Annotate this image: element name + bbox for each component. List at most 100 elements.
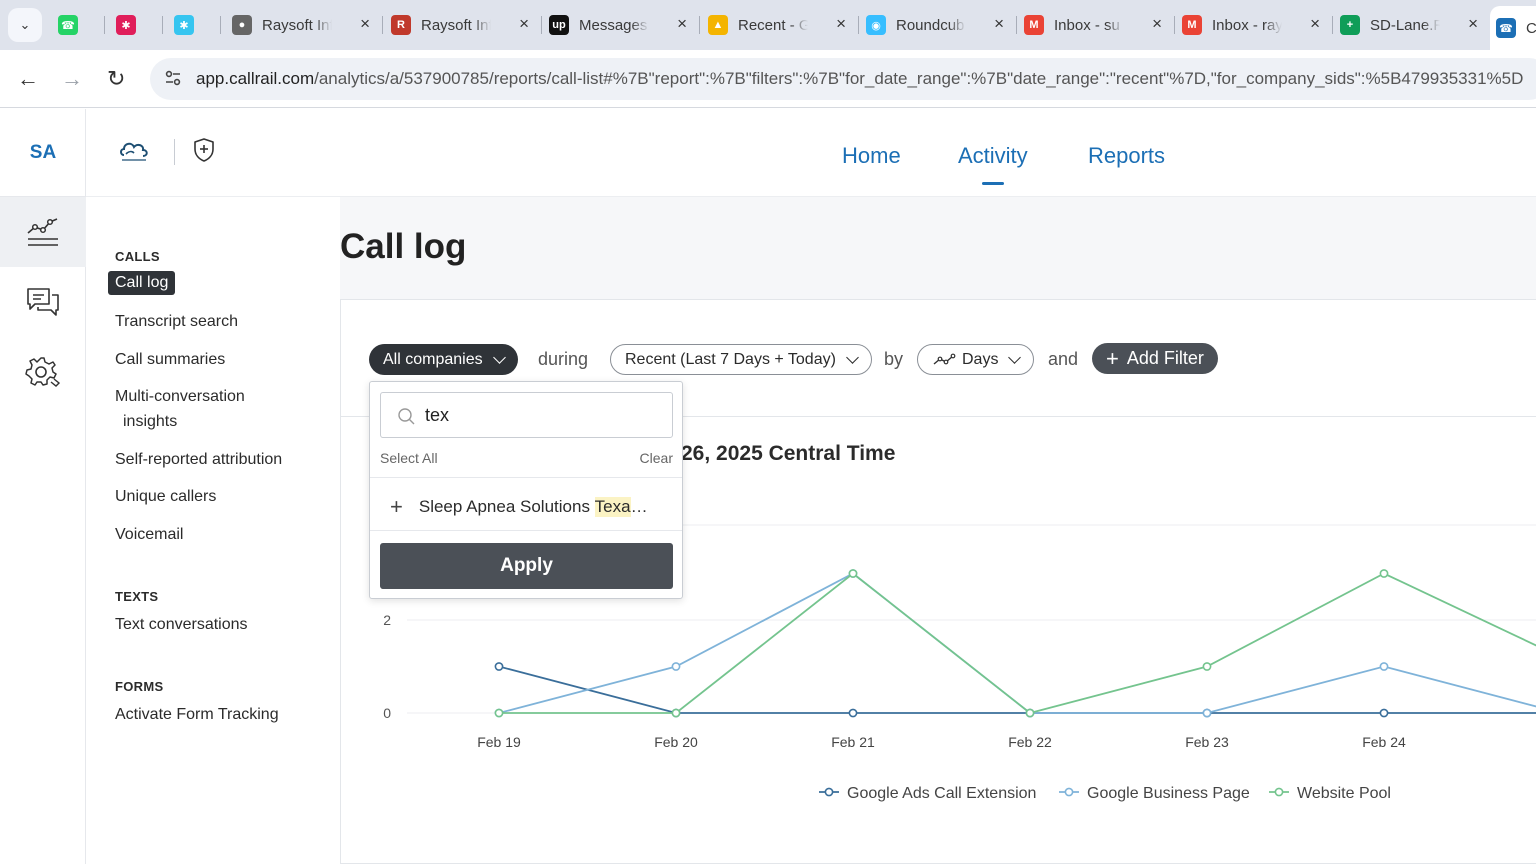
select-row: Select All Clear	[380, 450, 673, 466]
avatar[interactable]: SA	[0, 109, 86, 197]
sidebar-item-call-log[interactable]: Call log	[108, 271, 176, 295]
data-point	[848, 569, 858, 578]
x-tick-label: Feb 22	[1008, 734, 1052, 750]
close-tab-icon[interactable]: ×	[994, 14, 1004, 34]
legend-label: Website Pool	[1297, 785, 1391, 802]
divider	[370, 530, 682, 531]
sidebar-item-activate-form-tracking[interactable]: Activate Form Tracking	[115, 706, 279, 724]
address-bar-row: ← → ↻ app.callrail.com/analytics/a/53790…	[0, 50, 1536, 108]
x-tick-label: Feb 19	[477, 734, 521, 750]
data-point	[1025, 708, 1035, 718]
company-option-prefix: Sleep Apnea Solutions	[418, 497, 595, 516]
sidebar-item-call-summaries[interactable]: Call summaries	[115, 351, 225, 369]
browser-tab[interactable]: ✱	[168, 8, 214, 42]
close-tab-icon[interactable]: ×	[1468, 14, 1478, 34]
legend-label: Google Business Page	[1087, 785, 1250, 802]
close-tab-icon[interactable]: ×	[519, 14, 529, 34]
section-heading-calls: CALLS	[115, 249, 160, 264]
tab-separator	[541, 16, 542, 34]
browser-tab[interactable]: M Inbox - ray ×	[1176, 8, 1326, 42]
tab-separator	[1174, 16, 1175, 34]
company-search-value: tex	[425, 404, 450, 425]
browser-tab[interactable]: ▲ Recent - G ×	[702, 8, 852, 42]
gmail-icon: M	[1024, 15, 1044, 35]
legend-label: Google Ads Call Extension	[847, 785, 1036, 802]
tab-separator	[104, 16, 105, 34]
sidebar-item-unique-callers[interactable]: Unique callers	[115, 488, 216, 506]
url-bar[interactable]: app.callrail.com/analytics/a/537900785/r…	[150, 58, 1536, 100]
gmail-icon: M	[1182, 15, 1202, 35]
back-arrow-icon[interactable]: ←	[17, 66, 39, 92]
nav-home[interactable]: Home	[842, 143, 901, 169]
company-option-suffix: …	[630, 497, 648, 516]
globe-icon: ●	[232, 15, 252, 35]
sidebar-item-text-conversations[interactable]: Text conversations	[115, 616, 248, 634]
settings-rail-button[interactable]	[0, 337, 86, 407]
legend-marker-dot	[1064, 787, 1074, 797]
sidebar-item-voicemail[interactable]: Voicemail	[115, 526, 183, 544]
reload-icon[interactable]: ↻	[107, 66, 125, 92]
browser-tab[interactable]: ● Raysoft Inf ×	[226, 8, 376, 42]
tab-title: Raysoft Inf	[262, 16, 332, 34]
data-point	[1202, 662, 1212, 671]
tab-separator	[382, 16, 383, 34]
company-logo[interactable]	[118, 139, 150, 170]
chat-bubbles-icon	[27, 288, 59, 316]
tab-search-button[interactable]: ⌄	[8, 8, 42, 42]
browser-tab[interactable]: M Inbox - su ×	[1018, 8, 1168, 42]
close-tab-icon[interactable]: ×	[677, 14, 687, 34]
app-rail: SA	[0, 109, 86, 864]
plus-icon: +	[390, 494, 403, 519]
browser-tab[interactable]: ◉ Roundcub ×	[860, 8, 1010, 42]
url-path: /analytics/a/537900785/reports/call-list…	[314, 69, 1524, 88]
divider	[370, 477, 682, 478]
url-domain: app.callrail.com	[196, 69, 315, 88]
y-tick-label: 0	[383, 705, 391, 721]
sidebar-item-multi-conversation[interactable]: Multi-conversation	[115, 388, 245, 406]
browser-tab[interactable]: R Raysoft Inf ×	[385, 8, 535, 42]
sidebar-item-transcript-search[interactable]: Transcript search	[115, 313, 238, 331]
apply-button[interactable]: Apply	[380, 543, 673, 589]
sidebar-item-multi-conversation-insights[interactable]: insights	[123, 413, 177, 431]
data-point	[1379, 569, 1389, 578]
site-settings-icon[interactable]	[164, 69, 182, 92]
conversations-rail-button[interactable]	[0, 267, 86, 337]
browser-tab[interactable]: ☎	[52, 8, 98, 42]
close-tab-icon[interactable]: ×	[1310, 14, 1320, 34]
data-point	[1379, 662, 1389, 671]
company-search-input[interactable]: tex	[380, 392, 673, 438]
close-tab-icon[interactable]: ×	[1152, 14, 1162, 34]
security-button[interactable]	[192, 137, 216, 168]
forward-arrow-icon[interactable]: →	[61, 66, 83, 92]
tab-separator	[699, 16, 700, 34]
browser-tab[interactable]: + SD-Lane.R ×	[1334, 8, 1484, 42]
browser-tab[interactable]: ☎ C	[1490, 6, 1536, 50]
company-option[interactable]: + Sleep Apnea Solutions Texa…	[390, 494, 648, 520]
browser-tab[interactable]: ✱	[110, 8, 156, 42]
sidebar-item-self-reported-attribution[interactable]: Self-reported attribution	[115, 451, 282, 469]
x-tick-label: Feb 23	[1185, 734, 1229, 750]
tab-title: Recent - G	[738, 16, 808, 34]
tab-title: C	[1526, 19, 1536, 37]
companies-dropdown: tex Select All Clear + Sleep Apnea Solut…	[369, 381, 683, 599]
tab-separator	[220, 16, 221, 34]
nav-activity[interactable]: Activity	[958, 143, 1028, 185]
shield-plus-icon	[194, 138, 214, 162]
close-tab-icon[interactable]: ×	[360, 14, 370, 34]
select-all-link[interactable]: Select All	[380, 450, 438, 466]
tab-separator	[858, 16, 859, 34]
search-icon	[398, 408, 415, 425]
tab-title: Inbox - su	[1054, 16, 1120, 34]
close-tab-icon[interactable]: ×	[836, 14, 846, 34]
gear-icon	[25, 357, 61, 387]
analytics-rail-button[interactable]	[0, 197, 86, 267]
series-line	[498, 665, 1536, 714]
tab-title: Roundcub	[896, 16, 965, 34]
data-point	[671, 708, 681, 718]
nav-reports[interactable]: Reports	[1088, 143, 1165, 169]
clear-link[interactable]: Clear	[640, 450, 673, 466]
data-point	[848, 708, 858, 718]
browser-tab[interactable]: up Messages ×	[543, 8, 693, 42]
raysoft-icon: R	[391, 15, 411, 35]
tab-separator	[162, 16, 163, 34]
